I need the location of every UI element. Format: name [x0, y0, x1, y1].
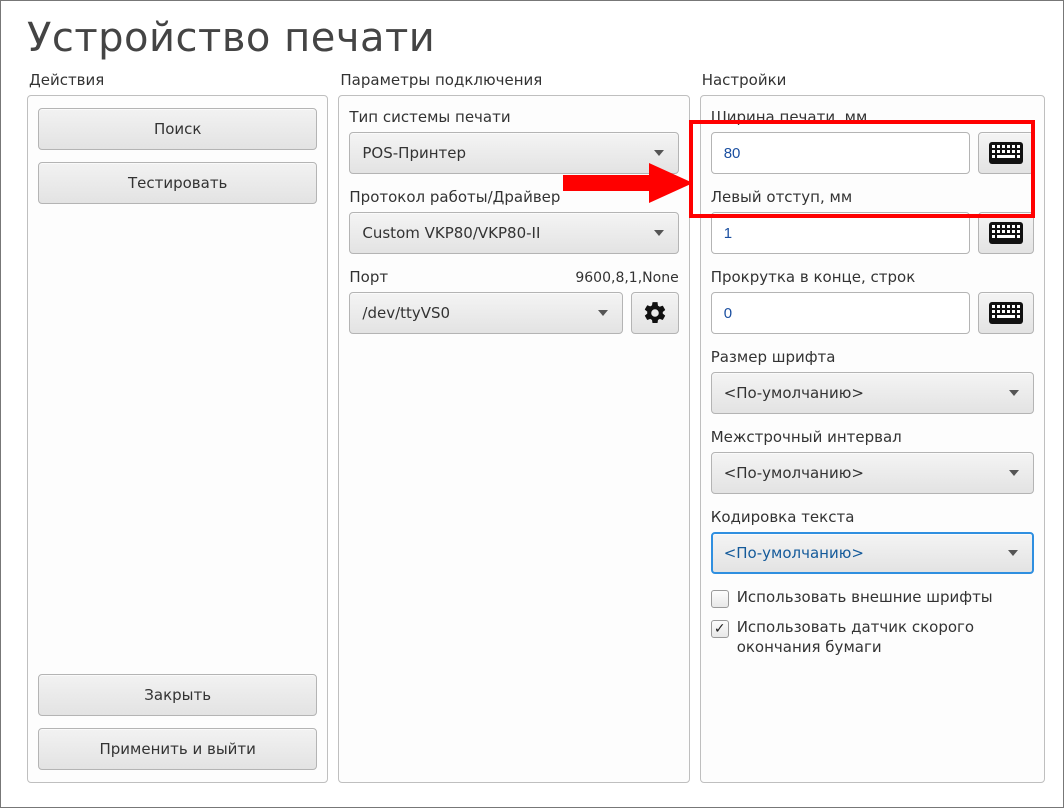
use-paper-sensor-label: Использовать датчик скорого окончания бу…: [737, 618, 1034, 657]
port-label: Порт 9600,8,1,None: [349, 268, 678, 286]
left-margin-label: Левый отступ, мм: [711, 188, 1034, 206]
print-width-label: Ширина печати, мм: [711, 108, 1034, 126]
protocol-label-text: Протокол работы/Драйвер: [349, 188, 560, 206]
use-external-fonts-label: Использовать внешние шрифты: [737, 588, 993, 608]
params-panel: Тип системы печати POS-Принтер Протокол …: [338, 95, 689, 783]
scroll-end-label-text: Прокрутка в конце, строк: [711, 268, 916, 286]
text-encoding-label-text: Кодировка текста: [711, 508, 855, 526]
settings-panel: Ширина печати, мм Левый отступ, мм: [700, 95, 1045, 783]
keyboard-button-left-margin[interactable]: [978, 212, 1034, 254]
actions-header: Действия: [27, 71, 328, 95]
columns-wrapper: Действия Поиск Тестировать Закрыть Приме…: [27, 71, 1045, 783]
column-actions: Действия Поиск Тестировать Закрыть Приме…: [27, 71, 328, 783]
keyboard-button-print-width[interactable]: [978, 132, 1034, 174]
port-select[interactable]: /dev/ttyVS0: [349, 292, 622, 334]
port-settings-button[interactable]: [631, 292, 679, 334]
port-label-text: Порт: [349, 268, 388, 286]
actions-panel: Поиск Тестировать Закрыть Применить и вы…: [27, 95, 328, 783]
print-system-select[interactable]: POS-Принтер: [349, 132, 678, 174]
checkbox-icon: [711, 620, 729, 638]
font-size-label-text: Размер шрифта: [711, 348, 836, 366]
text-encoding-select[interactable]: <По-умолчанию>: [711, 532, 1034, 574]
scroll-end-input[interactable]: [711, 292, 970, 334]
checkbox-icon: [711, 590, 729, 608]
print-system-label-text: Тип системы печати: [349, 108, 510, 126]
port-settings-text: 9600,8,1,None: [575, 270, 678, 286]
use-paper-sensor-checkbox[interactable]: Использовать датчик скорого окончания бу…: [711, 618, 1034, 657]
chevron-down-icon: [1009, 390, 1019, 396]
keyboard-button-scroll-end[interactable]: [978, 292, 1034, 334]
left-margin-input[interactable]: [711, 212, 970, 254]
protocol-label: Протокол работы/Драйвер: [349, 188, 678, 206]
column-connection-params: Параметры подключения Тип системы печати…: [338, 71, 689, 783]
printer-device-window: Устройство печати Действия Поиск Тестиро…: [0, 0, 1064, 808]
font-size-select[interactable]: <По-умолчанию>: [711, 372, 1034, 414]
scroll-end-label: Прокрутка в конце, строк: [711, 268, 1034, 286]
line-spacing-select[interactable]: <По-умолчанию>: [711, 452, 1034, 494]
apply-and-exit-button[interactable]: Применить и выйти: [38, 728, 317, 770]
chevron-down-icon: [1008, 550, 1018, 556]
chevron-down-icon: [654, 230, 664, 236]
print-system-label: Тип системы печати: [349, 108, 678, 126]
chevron-down-icon: [654, 150, 664, 156]
close-button[interactable]: Закрыть: [38, 674, 317, 716]
column-settings: Настройки Ширина печати, мм Левый отс: [700, 71, 1045, 783]
line-spacing-label-text: Межстрочный интервал: [711, 428, 902, 446]
chevron-down-icon: [1009, 470, 1019, 476]
print-width-label-text: Ширина печати, мм: [711, 108, 868, 126]
use-external-fonts-checkbox[interactable]: Использовать внешние шрифты: [711, 588, 1034, 608]
print-width-input[interactable]: [711, 132, 970, 174]
gear-icon: [642, 300, 668, 326]
test-button[interactable]: Тестировать: [38, 162, 317, 204]
font-size-label: Размер шрифта: [711, 348, 1034, 366]
print-system-value: POS-Принтер: [362, 144, 466, 162]
search-button[interactable]: Поиск: [38, 108, 317, 150]
left-margin-label-text: Левый отступ, мм: [711, 188, 852, 206]
keyboard-icon: [989, 142, 1023, 164]
chevron-down-icon: [598, 310, 608, 316]
protocol-select[interactable]: Custom VKP80/VKP80-II: [349, 212, 678, 254]
port-value: /dev/ttyVS0: [362, 304, 450, 322]
settings-header: Настройки: [700, 71, 1045, 95]
keyboard-icon: [989, 222, 1023, 244]
text-encoding-value: <По-умолчанию>: [724, 544, 864, 562]
font-size-value: <По-умолчанию>: [724, 384, 864, 402]
line-spacing-value: <По-умолчанию>: [724, 464, 864, 482]
page-title: Устройство печати: [27, 15, 1045, 61]
keyboard-icon: [989, 302, 1023, 324]
text-encoding-label: Кодировка текста: [711, 508, 1034, 526]
protocol-value: Custom VKP80/VKP80-II: [362, 224, 540, 242]
params-header: Параметры подключения: [338, 71, 689, 95]
line-spacing-label: Межстрочный интервал: [711, 428, 1034, 446]
